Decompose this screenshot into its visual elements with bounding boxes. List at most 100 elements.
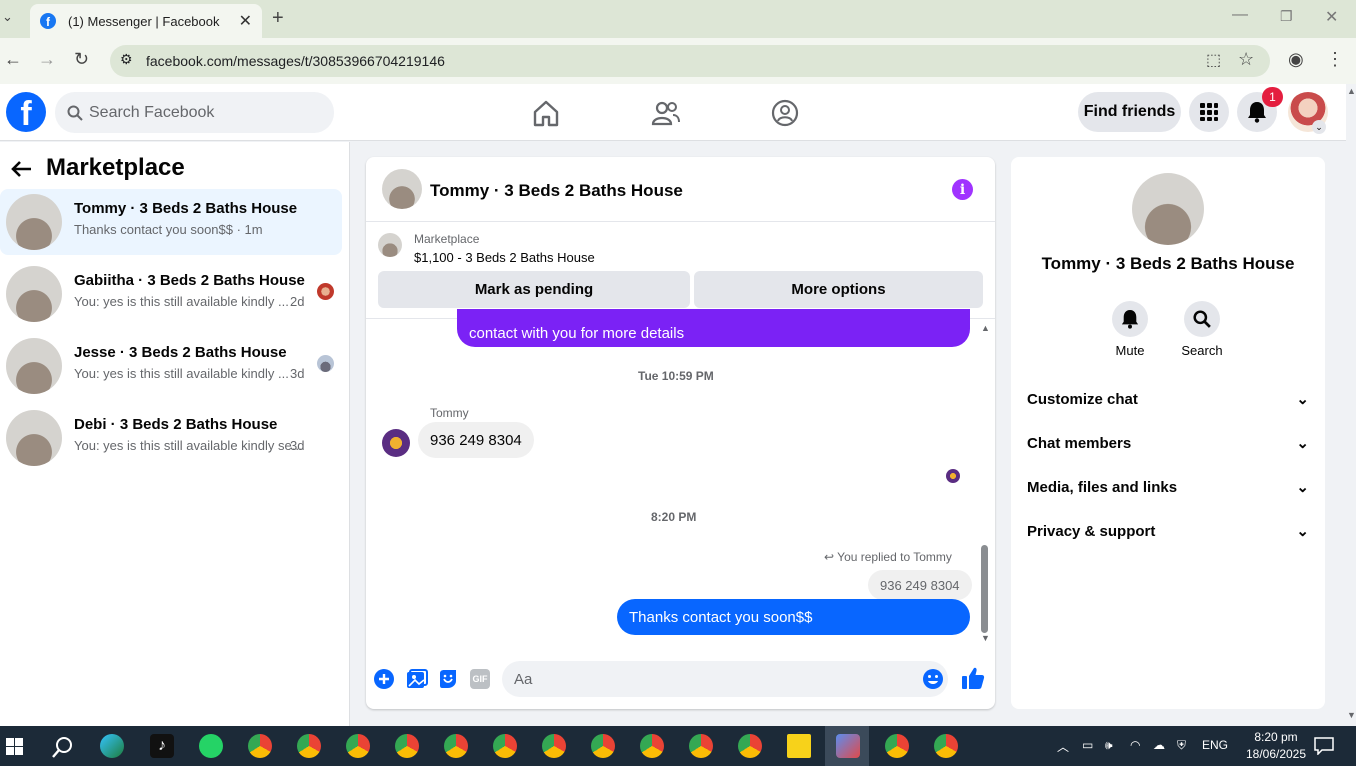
groups-icon[interactable]: [770, 98, 800, 128]
media-files-links-row[interactable]: Media, files and links ⌄: [1027, 465, 1309, 509]
chrome-icon[interactable]: [542, 734, 566, 758]
composer: GIF Aa: [366, 651, 995, 709]
contact-avatar[interactable]: [1132, 173, 1204, 245]
whatsapp-icon[interactable]: [199, 734, 223, 758]
chat-avatar[interactable]: [382, 169, 422, 209]
chrome-icon[interactable]: [248, 734, 272, 758]
search-icon: [1193, 310, 1211, 328]
profile-icon[interactable]: ◉: [1288, 49, 1304, 70]
clock-time[interactable]: 8:20 pm: [1240, 730, 1312, 744]
chrome-icon[interactable]: [689, 734, 713, 758]
reply-indicator: ↩ You replied to Tommy: [824, 550, 952, 564]
battery-icon[interactable]: ▭: [1082, 738, 1093, 752]
forward-icon[interactable]: →: [38, 49, 56, 70]
customize-chat-row[interactable]: Customize chat ⌄: [1027, 377, 1309, 421]
chrome-icon[interactable]: [346, 734, 370, 758]
chrome-icon[interactable]: [885, 734, 909, 758]
message-scrollbar[interactable]: ▲ ▼: [980, 319, 990, 647]
back-icon[interactable]: ←: [4, 49, 22, 70]
edge-icon[interactable]: [100, 734, 124, 758]
incoming-message[interactable]: 936 249 8304: [418, 422, 534, 458]
security-icon[interactable]: ⛨: [1177, 738, 1186, 753]
search-input[interactable]: Search Facebook: [55, 92, 334, 133]
read-receipt-avatar: [317, 355, 334, 372]
clock-date[interactable]: 18/06/2025: [1240, 747, 1312, 761]
minimize-icon[interactable]: —: [1232, 6, 1248, 24]
snipping-tool-icon[interactable]: [836, 734, 860, 758]
conversation-item[interactable]: Debi · 3 Beds 2 Baths House You: yes is …: [0, 405, 342, 471]
section-label: Media, files and links: [1027, 478, 1178, 496]
site-info-icon[interactable]: ⚙: [120, 51, 133, 68]
bookmark-star-icon[interactable]: ☆: [1238, 49, 1254, 70]
sticker-icon[interactable]: [438, 669, 458, 689]
chrome-icon[interactable]: [395, 734, 419, 758]
menu-grid-button[interactable]: [1189, 92, 1229, 132]
install-app-icon[interactable]: ⬚: [1206, 50, 1221, 70]
windows-start-icon[interactable]: [6, 738, 23, 755]
tiktok-icon[interactable]: ♪: [150, 734, 174, 758]
close-tab-icon[interactable]: ✕: [239, 11, 252, 31]
chrome-icon[interactable]: [591, 734, 615, 758]
quoted-message[interactable]: 936 249 8304: [868, 570, 972, 600]
conversation-preview: You: yes is this still available kindly …: [74, 438, 303, 453]
back-arrow-icon[interactable]: [10, 158, 32, 184]
notification-badge: 1: [1262, 87, 1283, 107]
conversation-name: Gabiitha · 3 Beds 2 Baths House: [74, 272, 305, 289]
conversation-item[interactable]: Gabiitha · 3 Beds 2 Baths House You: yes…: [0, 261, 342, 327]
privacy-support-row[interactable]: Privacy & support ⌄: [1027, 509, 1309, 553]
tab-search-icon[interactable]: ⌄: [2, 9, 13, 25]
bell-icon: [1121, 310, 1139, 329]
browser-tab[interactable]: f (1) Messenger | Facebook ✕: [30, 4, 262, 38]
home-icon[interactable]: [531, 98, 561, 128]
address-bar[interactable]: ⚙ facebook.com/messages/t/30853966704219…: [110, 45, 1270, 77]
plus-circle-icon[interactable]: [374, 669, 394, 689]
chat-title[interactable]: Tommy · 3 Beds 2 Baths House: [430, 181, 683, 201]
volume-icon[interactable]: 🕪: [1105, 738, 1113, 753]
account-chevron-icon[interactable]: ⌄: [1312, 120, 1326, 134]
listing-detail[interactable]: $1,100 - 3 Beds 2 Baths House: [414, 250, 595, 265]
outgoing-message[interactable]: contact with you for more details: [457, 309, 970, 347]
chat-members-row[interactable]: Chat members ⌄: [1027, 421, 1309, 465]
search-icon[interactable]: [52, 736, 74, 758]
conversation-name: Tommy · 3 Beds 2 Baths House: [74, 200, 298, 217]
network-icon[interactable]: ◠: [1130, 738, 1140, 752]
tab-title: (1) Messenger | Facebook: [68, 13, 220, 29]
sender-avatar[interactable]: [382, 429, 410, 457]
chrome-icon[interactable]: [493, 734, 517, 758]
emoji-icon[interactable]: [922, 668, 944, 690]
chrome-icon[interactable]: [934, 734, 958, 758]
chevron-up-icon[interactable]: ︿: [1057, 738, 1069, 755]
mute-button[interactable]: [1112, 301, 1148, 337]
message-input[interactable]: Aa: [502, 661, 948, 697]
listing-thumbnail: [6, 194, 62, 250]
close-window-icon[interactable]: ✕: [1325, 7, 1338, 27]
language-indicator[interactable]: ENG: [1202, 738, 1228, 752]
onedrive-icon[interactable]: ☁: [1153, 738, 1165, 752]
conversation-item[interactable]: Tommy · 3 Beds 2 Baths House Thanks cont…: [0, 189, 342, 255]
facebook-logo-icon[interactable]: f: [6, 92, 46, 132]
page-scrollbar[interactable]: ▲ ▼: [1346, 84, 1356, 726]
outgoing-message[interactable]: Thanks contact you soon$$: [617, 599, 970, 635]
search-chat-button[interactable]: [1184, 301, 1220, 337]
new-tab-icon[interactable]: +: [272, 7, 284, 30]
thumbs-up-icon[interactable]: [961, 666, 985, 690]
restore-icon[interactable]: ❐: [1280, 8, 1293, 25]
more-options-button[interactable]: More options: [694, 271, 983, 308]
chrome-icon[interactable]: [738, 734, 762, 758]
friends-icon[interactable]: [651, 98, 681, 128]
chrome-icon[interactable]: [640, 734, 664, 758]
conversation-item[interactable]: Jesse · 3 Beds 2 Baths House You: yes is…: [0, 333, 342, 399]
info-icon[interactable]: i: [952, 179, 973, 200]
notification-center-icon[interactable]: [1314, 737, 1334, 755]
find-friends-button[interactable]: Find friends: [1078, 92, 1181, 132]
message-timestamp: 8:20 PM: [651, 510, 697, 524]
chrome-menu-icon[interactable]: ⋮: [1326, 49, 1344, 70]
chrome-icon[interactable]: [297, 734, 321, 758]
chrome-icon[interactable]: [444, 734, 468, 758]
photo-icon[interactable]: [406, 669, 428, 689]
sticky-notes-icon[interactable]: [787, 734, 811, 758]
reload-icon[interactable]: ↻: [74, 49, 89, 70]
gif-icon[interactable]: GIF: [470, 669, 490, 689]
section-label: Customize chat: [1027, 390, 1138, 408]
mark-as-pending-button[interactable]: Mark as pending: [378, 271, 690, 308]
